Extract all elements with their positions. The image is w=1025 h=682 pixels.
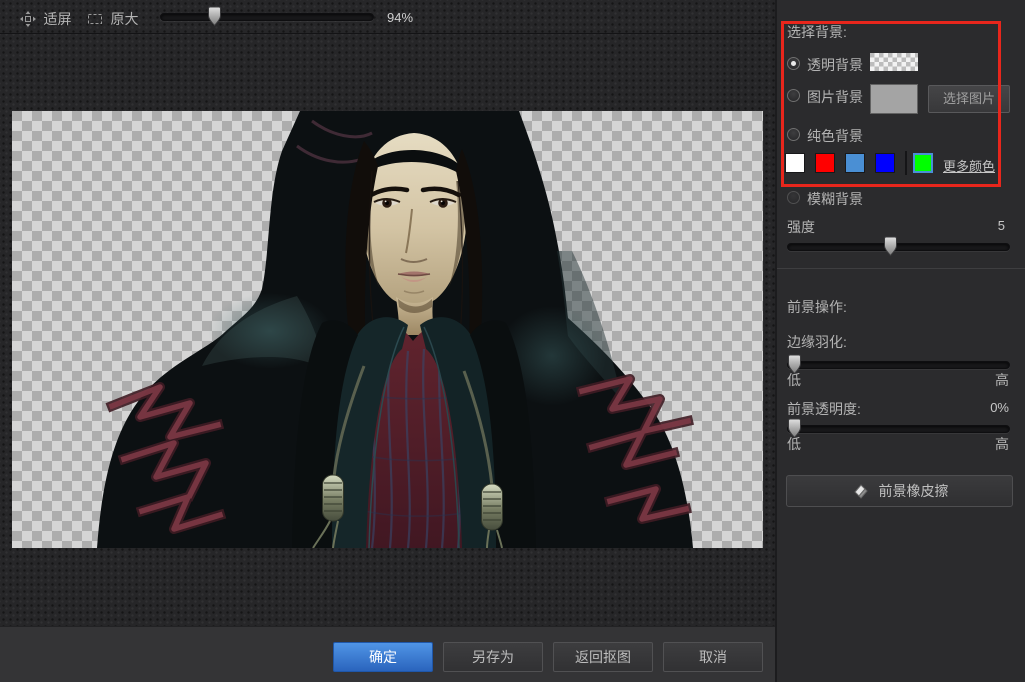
fit-screen-icon [20,11,36,32]
cutout-portrait [97,111,694,548]
foreground-eraser-label: 前景橡皮擦 [878,483,949,499]
foreground-opacity-label: 前景透明度: [787,401,861,417]
swatch-divider [905,151,907,175]
opacity-high-label: 高 [995,436,1009,452]
radio-blur-background[interactable] [787,191,800,204]
edge-feather-label: 边缘羽化: [787,334,847,350]
intensity-slider-track[interactable] [787,243,1010,251]
original-size-icon [87,12,103,31]
fit-screen-label: 适屏 [43,11,72,27]
foreground-opacity-slider[interactable] [787,418,1010,439]
panel-divider [777,268,1025,269]
edge-feather-slider-track[interactable] [787,361,1010,369]
foreground-opacity-value: 0% [990,400,1009,415]
color-swatch-lightblue[interactable] [845,153,865,173]
action-bar: 确定 另存为 返回抠图 取消 [0,626,775,682]
radio-image-background[interactable] [787,89,800,102]
back-to-cutout-button[interactable]: 返回抠图 [553,642,653,672]
background-editor-window: 适屏 原大 94% 确定 另存为 返回抠图 取消 选择背景: 透明背景 图片背景… [0,0,1025,682]
zoom-percentage: 94% [387,10,414,25]
radio-transparent-background[interactable] [787,57,800,70]
eraser-icon [851,482,871,503]
settings-panel: 选择背景: 透明背景 图片背景 选择图片 纯色背景 更多颜色 模糊背景 强度 5 [775,0,1025,682]
original-size-button[interactable]: 原大 [87,9,138,31]
foreground-section-title: 前景操作: [787,299,847,315]
feather-high-label: 高 [995,372,1009,388]
intensity-slider[interactable] [787,236,1010,257]
canvas-toolbar: 适屏 原大 94% [0,0,775,34]
zoom-slider[interactable] [160,6,374,27]
workspace: 适屏 原大 94% 确定 另存为 返回抠图 取消 [0,0,775,682]
image-preview-swatch[interactable] [870,84,918,114]
save-as-button[interactable]: 另存为 [443,642,543,672]
transparent-background-label[interactable]: 透明背景 [807,55,863,75]
confirm-button[interactable]: 确定 [333,642,433,672]
color-swatch-green[interactable] [913,153,933,173]
original-size-label: 原大 [110,11,139,27]
foreground-eraser-button[interactable]: 前景橡皮擦 [786,475,1013,507]
feather-low-label: 低 [787,372,801,388]
intensity-slider-handle[interactable] [883,236,898,257]
zoom-slider-track[interactable] [160,13,374,21]
radio-solid-color-background[interactable] [787,128,800,141]
transparent-preview-swatch[interactable] [870,53,918,71]
fit-screen-button[interactable]: 适屏 [20,9,71,32]
solid-color-background-label[interactable]: 纯色背景 [807,126,863,146]
cancel-button[interactable]: 取消 [663,642,763,672]
edge-feather-slider[interactable] [787,354,1010,375]
color-swatch-white[interactable] [785,153,805,173]
canvas[interactable] [12,111,763,548]
zoom-slider-handle[interactable] [207,6,222,27]
background-section-title: 选择背景: [787,24,847,40]
intensity-label: 强度 [787,219,815,235]
more-colors-link[interactable]: 更多颜色 [943,156,995,175]
color-swatch-blue[interactable] [875,153,895,173]
choose-image-button[interactable]: 选择图片 [928,85,1010,113]
image-background-label[interactable]: 图片背景 [807,87,863,107]
opacity-low-label: 低 [787,436,801,452]
blur-background-label[interactable]: 模糊背景 [807,189,863,209]
foreground-opacity-slider-track[interactable] [787,425,1010,433]
intensity-value: 5 [997,218,1005,233]
color-swatch-red[interactable] [815,153,835,173]
